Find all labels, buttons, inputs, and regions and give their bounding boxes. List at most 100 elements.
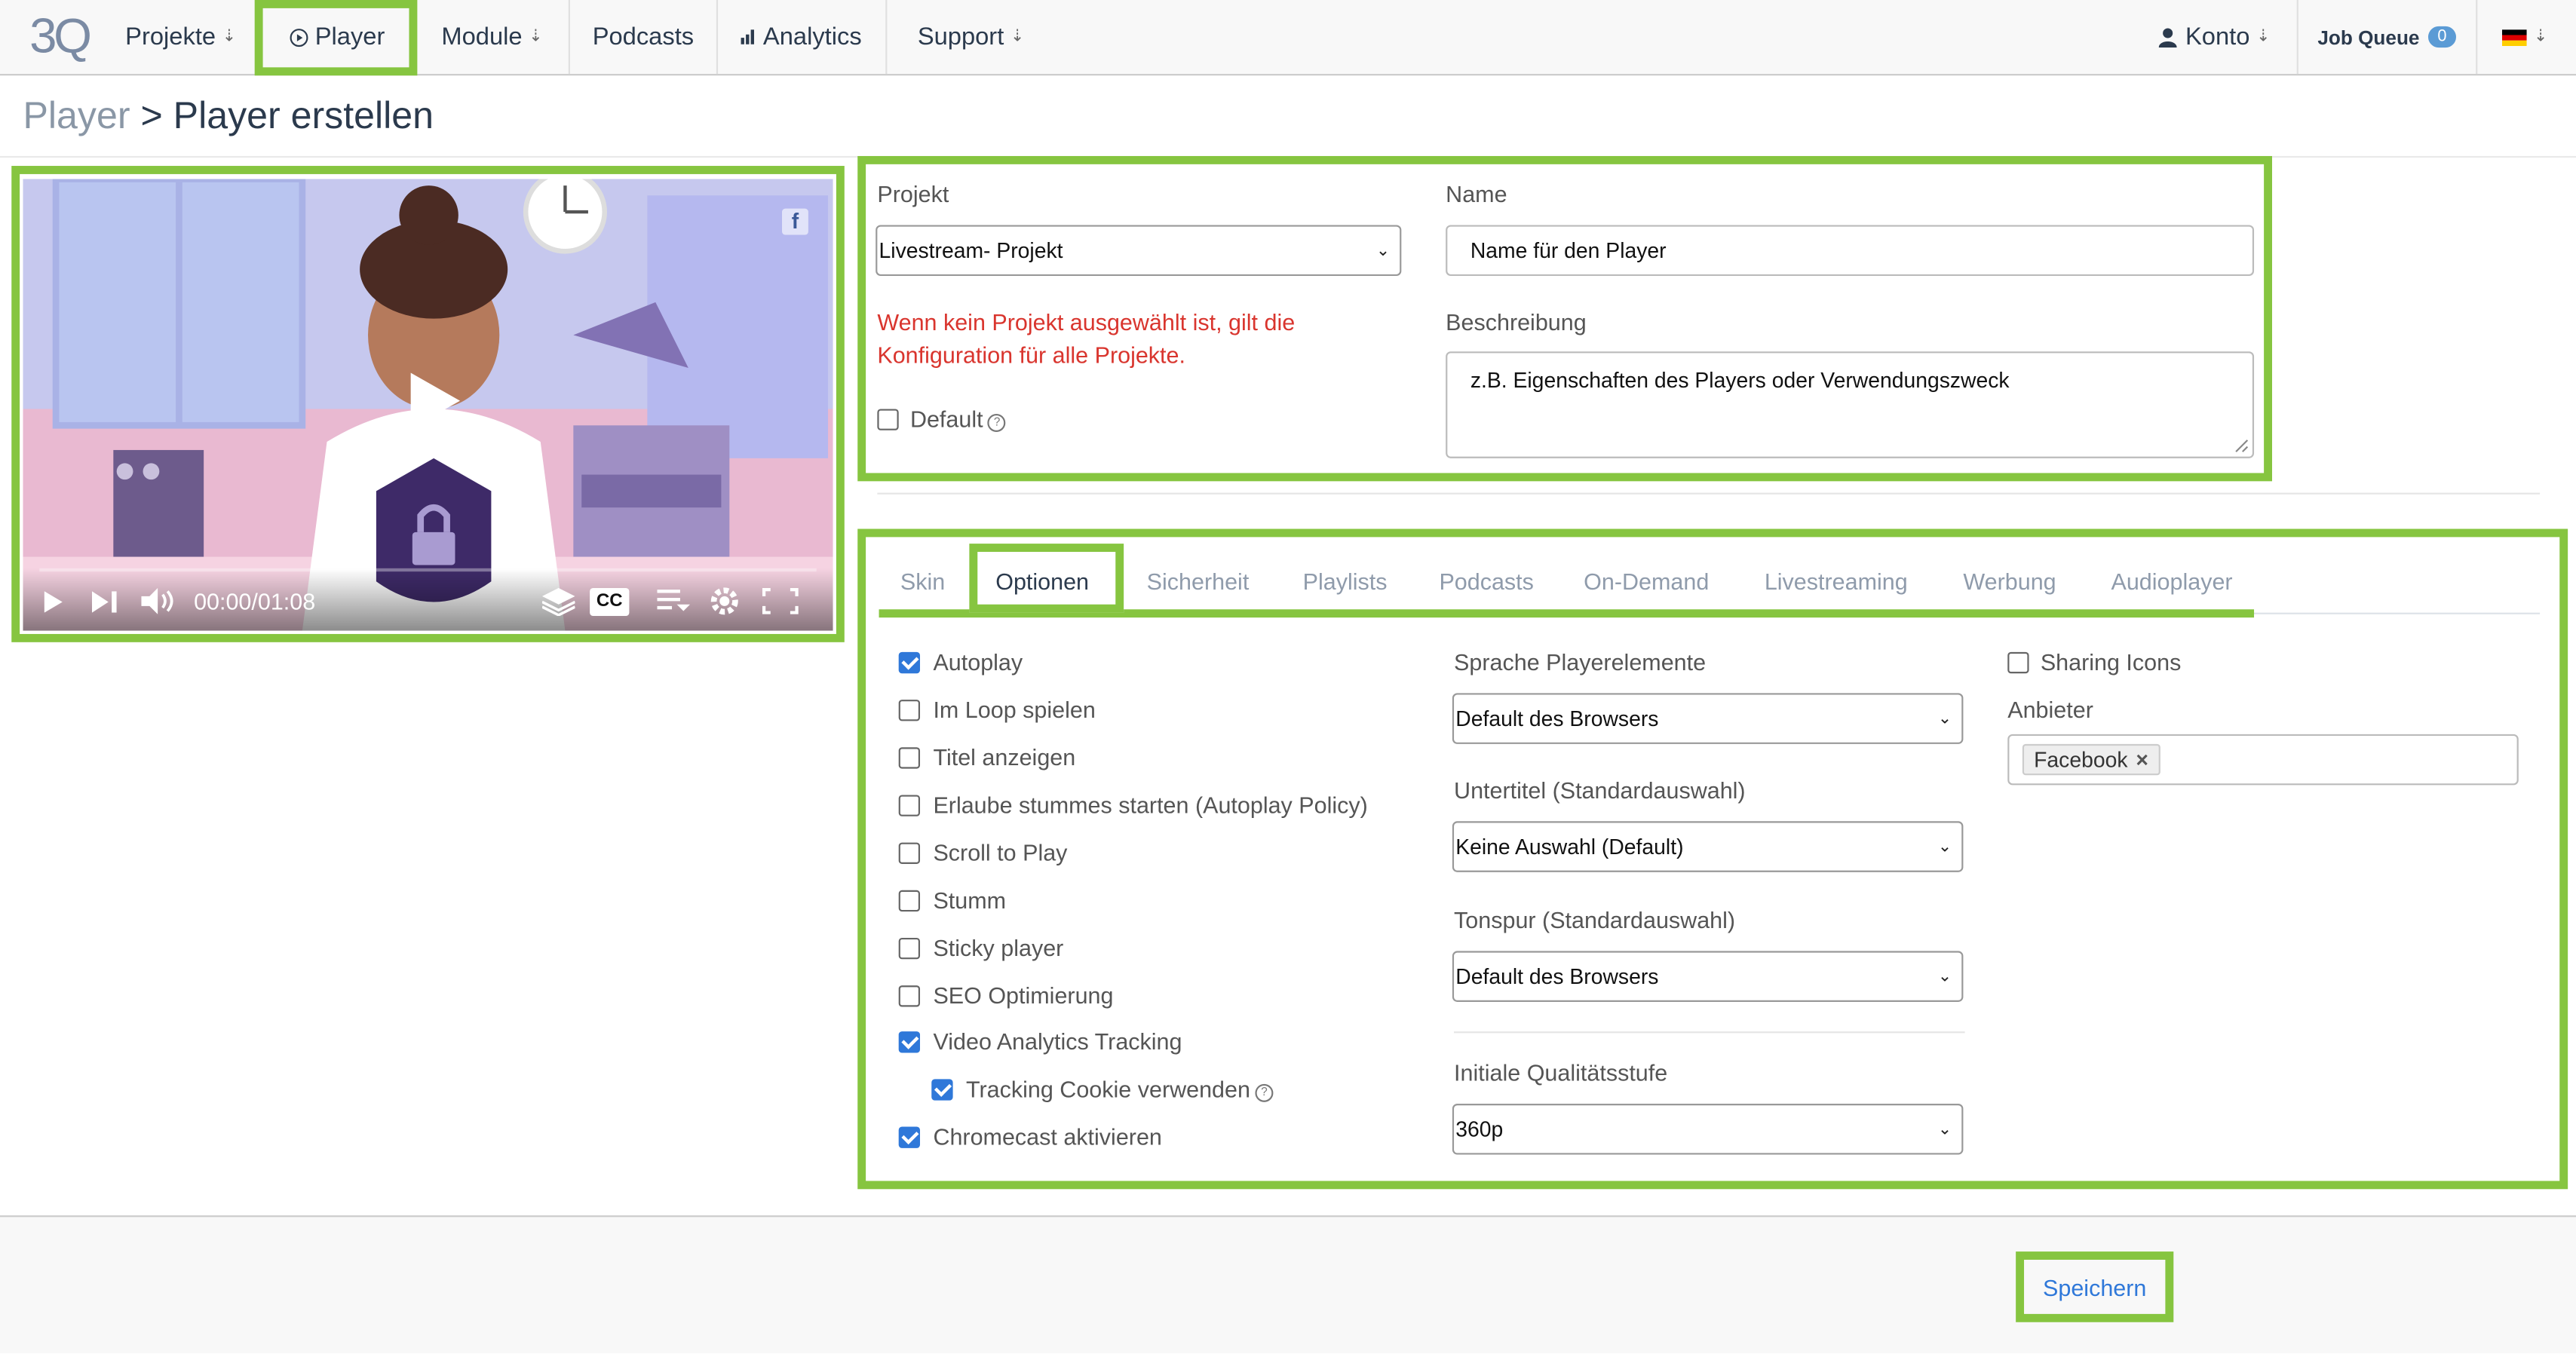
loop-checkbox[interactable] (898, 700, 921, 721)
nav-projekte[interactable]: Projekte ⇣ (105, 0, 256, 74)
nav-podcasts[interactable]: Podcasts (570, 0, 716, 74)
playlist-icon[interactable] (657, 588, 691, 613)
help-icon[interactable]: ? (1255, 1083, 1274, 1102)
chromecast-label: Chromecast aktivieren (933, 1123, 1162, 1150)
breadcrumb-parent[interactable]: Player (23, 93, 130, 136)
beschreibung-textarea[interactable]: z.B. Eigenschaften des Players oder Verw… (1446, 351, 2255, 458)
seo-label: SEO Optimierung (933, 982, 1114, 1009)
projekt-warning: Wenn kein Projekt ausgewählt ist, gilt d… (877, 308, 1296, 369)
tab-livestreaming[interactable]: Livestreaming (1765, 568, 1908, 595)
autoplay-label: Autoplay (933, 648, 1023, 675)
facebook-icon[interactable]: f (782, 208, 808, 235)
nav-analytics-label: Analytics (762, 23, 862, 51)
skip-next-icon[interactable] (92, 591, 117, 613)
muted-autoplay-checkbox[interactable] (898, 795, 921, 816)
nav-module[interactable]: Module ⇣ (416, 0, 569, 74)
chevron-down-icon: ⌄ (1937, 967, 1952, 986)
help-icon[interactable]: ? (988, 414, 1007, 432)
page-title: Player erstellen (173, 93, 434, 136)
job-queue-count-badge: 0 (2427, 26, 2457, 48)
tracking-cookie-label: Tracking Cookie verwenden? (966, 1076, 1274, 1102)
settings-gear-icon[interactable] (710, 587, 739, 616)
tab-optionen[interactable]: Optionen (995, 568, 1089, 595)
video-thumbnail (23, 179, 833, 631)
sprache-label: Sprache Playerelemente (1454, 648, 1707, 675)
projekt-label: Projekt (877, 180, 949, 207)
breadcrumb-separator: > (130, 93, 173, 136)
volume-icon[interactable] (141, 587, 180, 614)
qualitaet-label: Initiale Qualitätsstufe (1454, 1059, 1668, 1086)
qualitaet-select-value: 360p (1455, 1117, 1504, 1142)
tab-audioplayer[interactable]: Audioplayer (2111, 568, 2233, 595)
titel-checkbox[interactable] (898, 747, 921, 769)
video-analytics-label: Video Analytics Tracking (933, 1028, 1182, 1055)
video-player[interactable]: f 00:00/01:08 CC (23, 179, 833, 631)
nav-job-queue-label: Job Queue (2317, 25, 2420, 49)
tab-skin[interactable]: Skin (900, 568, 945, 595)
nav-konto-label: Konto (2185, 23, 2250, 51)
chevron-down-icon: ⌄ (1937, 709, 1952, 728)
chevron-down-icon: ⌄ (1937, 838, 1952, 856)
sprache-select-value: Default des Browsers (1455, 706, 1659, 731)
layers-icon[interactable] (541, 587, 575, 616)
scroll-to-play-checkbox[interactable] (898, 842, 921, 864)
anbieter-tag-label: Facebook (2034, 747, 2128, 772)
default-label-text: Default (909, 406, 983, 432)
tab-werbung[interactable]: Werbung (1963, 568, 2056, 595)
projekt-select-value: Livestream- Projekt (879, 237, 1063, 263)
remove-tag-icon[interactable]: × (2136, 747, 2148, 772)
tab-podcasts[interactable]: Podcasts (1439, 568, 1533, 595)
brand-logo[interactable]: 3Q (13, 0, 105, 74)
breadcrumb: Player > Player erstellen (23, 93, 434, 138)
dropdown-icon: ⇣ (2534, 28, 2548, 47)
tracking-cookie-checkbox[interactable] (931, 1079, 953, 1101)
default-label: Default? (909, 406, 1007, 432)
nav-analytics[interactable]: Analytics (718, 0, 885, 74)
nav-podcasts-label: Podcasts (592, 23, 695, 51)
name-input[interactable]: Name für den Player (1446, 225, 2255, 277)
projekt-select[interactable]: Livestream- Projekt ⌄ (876, 225, 1402, 277)
autoplay-checkbox[interactable] (898, 651, 921, 674)
dropdown-icon: ⇣ (1010, 28, 1025, 47)
sprache-select[interactable]: Default des Browsers ⌄ (1452, 693, 1964, 744)
nav-konto[interactable]: Konto ⇣ (2136, 0, 2293, 74)
default-checkbox[interactable] (877, 409, 899, 430)
tonspur-select[interactable]: Default des Browsers ⌄ (1452, 951, 1964, 1002)
tab-playlists[interactable]: Playlists (1303, 568, 1388, 595)
dropdown-icon: ⇣ (222, 28, 237, 47)
untertitel-select-value: Keine Auswahl (Default) (1455, 834, 1684, 859)
nav-support[interactable]: Support ⇣ (887, 0, 1054, 74)
tab-sicherheit[interactable]: Sicherheit (1147, 568, 1250, 595)
bar-chart-icon (741, 29, 756, 44)
beschreibung-label: Beschreibung (1446, 308, 1587, 335)
nav-job-queue[interactable]: Job Queue 0 (2298, 0, 2476, 74)
tonspur-label: Tonspur (Standardauswahl) (1454, 906, 1736, 933)
muted-autoplay-label: Erlaube stummes starten (Autoplay Policy… (933, 792, 1368, 818)
sharing-icons-checkbox[interactable] (2007, 651, 2029, 674)
tab-on-demand[interactable]: On-Demand (1584, 568, 1709, 595)
resize-handle-icon[interactable] (2234, 439, 2249, 454)
qualitaet-select[interactable]: 360p ⌄ (1452, 1104, 1964, 1155)
seo-checkbox[interactable] (898, 985, 921, 1007)
untertitel-select[interactable]: Keine Auswahl (Default) ⌄ (1452, 821, 1964, 872)
logo-text: 3Q (29, 8, 92, 63)
beschreibung-textarea-value: z.B. Eigenschaften des Players oder Verw… (1470, 368, 2010, 393)
sharing-icons-label: Sharing Icons (2040, 648, 2182, 675)
video-analytics-checkbox[interactable] (898, 1031, 921, 1053)
fullscreen-icon[interactable] (762, 587, 799, 614)
chromecast-checkbox[interactable] (898, 1126, 921, 1148)
progress-track[interactable] (39, 568, 817, 572)
stumm-checkbox[interactable] (898, 890, 921, 912)
player-nav-highlight (254, 0, 418, 76)
play-icon[interactable] (43, 591, 63, 613)
sticky-player-checkbox[interactable] (898, 937, 921, 960)
stumm-label: Stumm (933, 887, 1007, 914)
nav-language[interactable]: ⇣ (2477, 0, 2572, 74)
untertitel-label: Untertitel (Standardauswahl) (1454, 777, 1746, 804)
german-flag-icon (2502, 29, 2528, 45)
divider (1454, 1031, 1965, 1034)
captions-icon[interactable]: CC (590, 587, 630, 616)
save-button[interactable]: Speichern (2024, 1260, 2165, 1314)
chevron-down-icon: ⌄ (1375, 241, 1391, 260)
scroll-to-play-label: Scroll to Play (933, 839, 1068, 866)
